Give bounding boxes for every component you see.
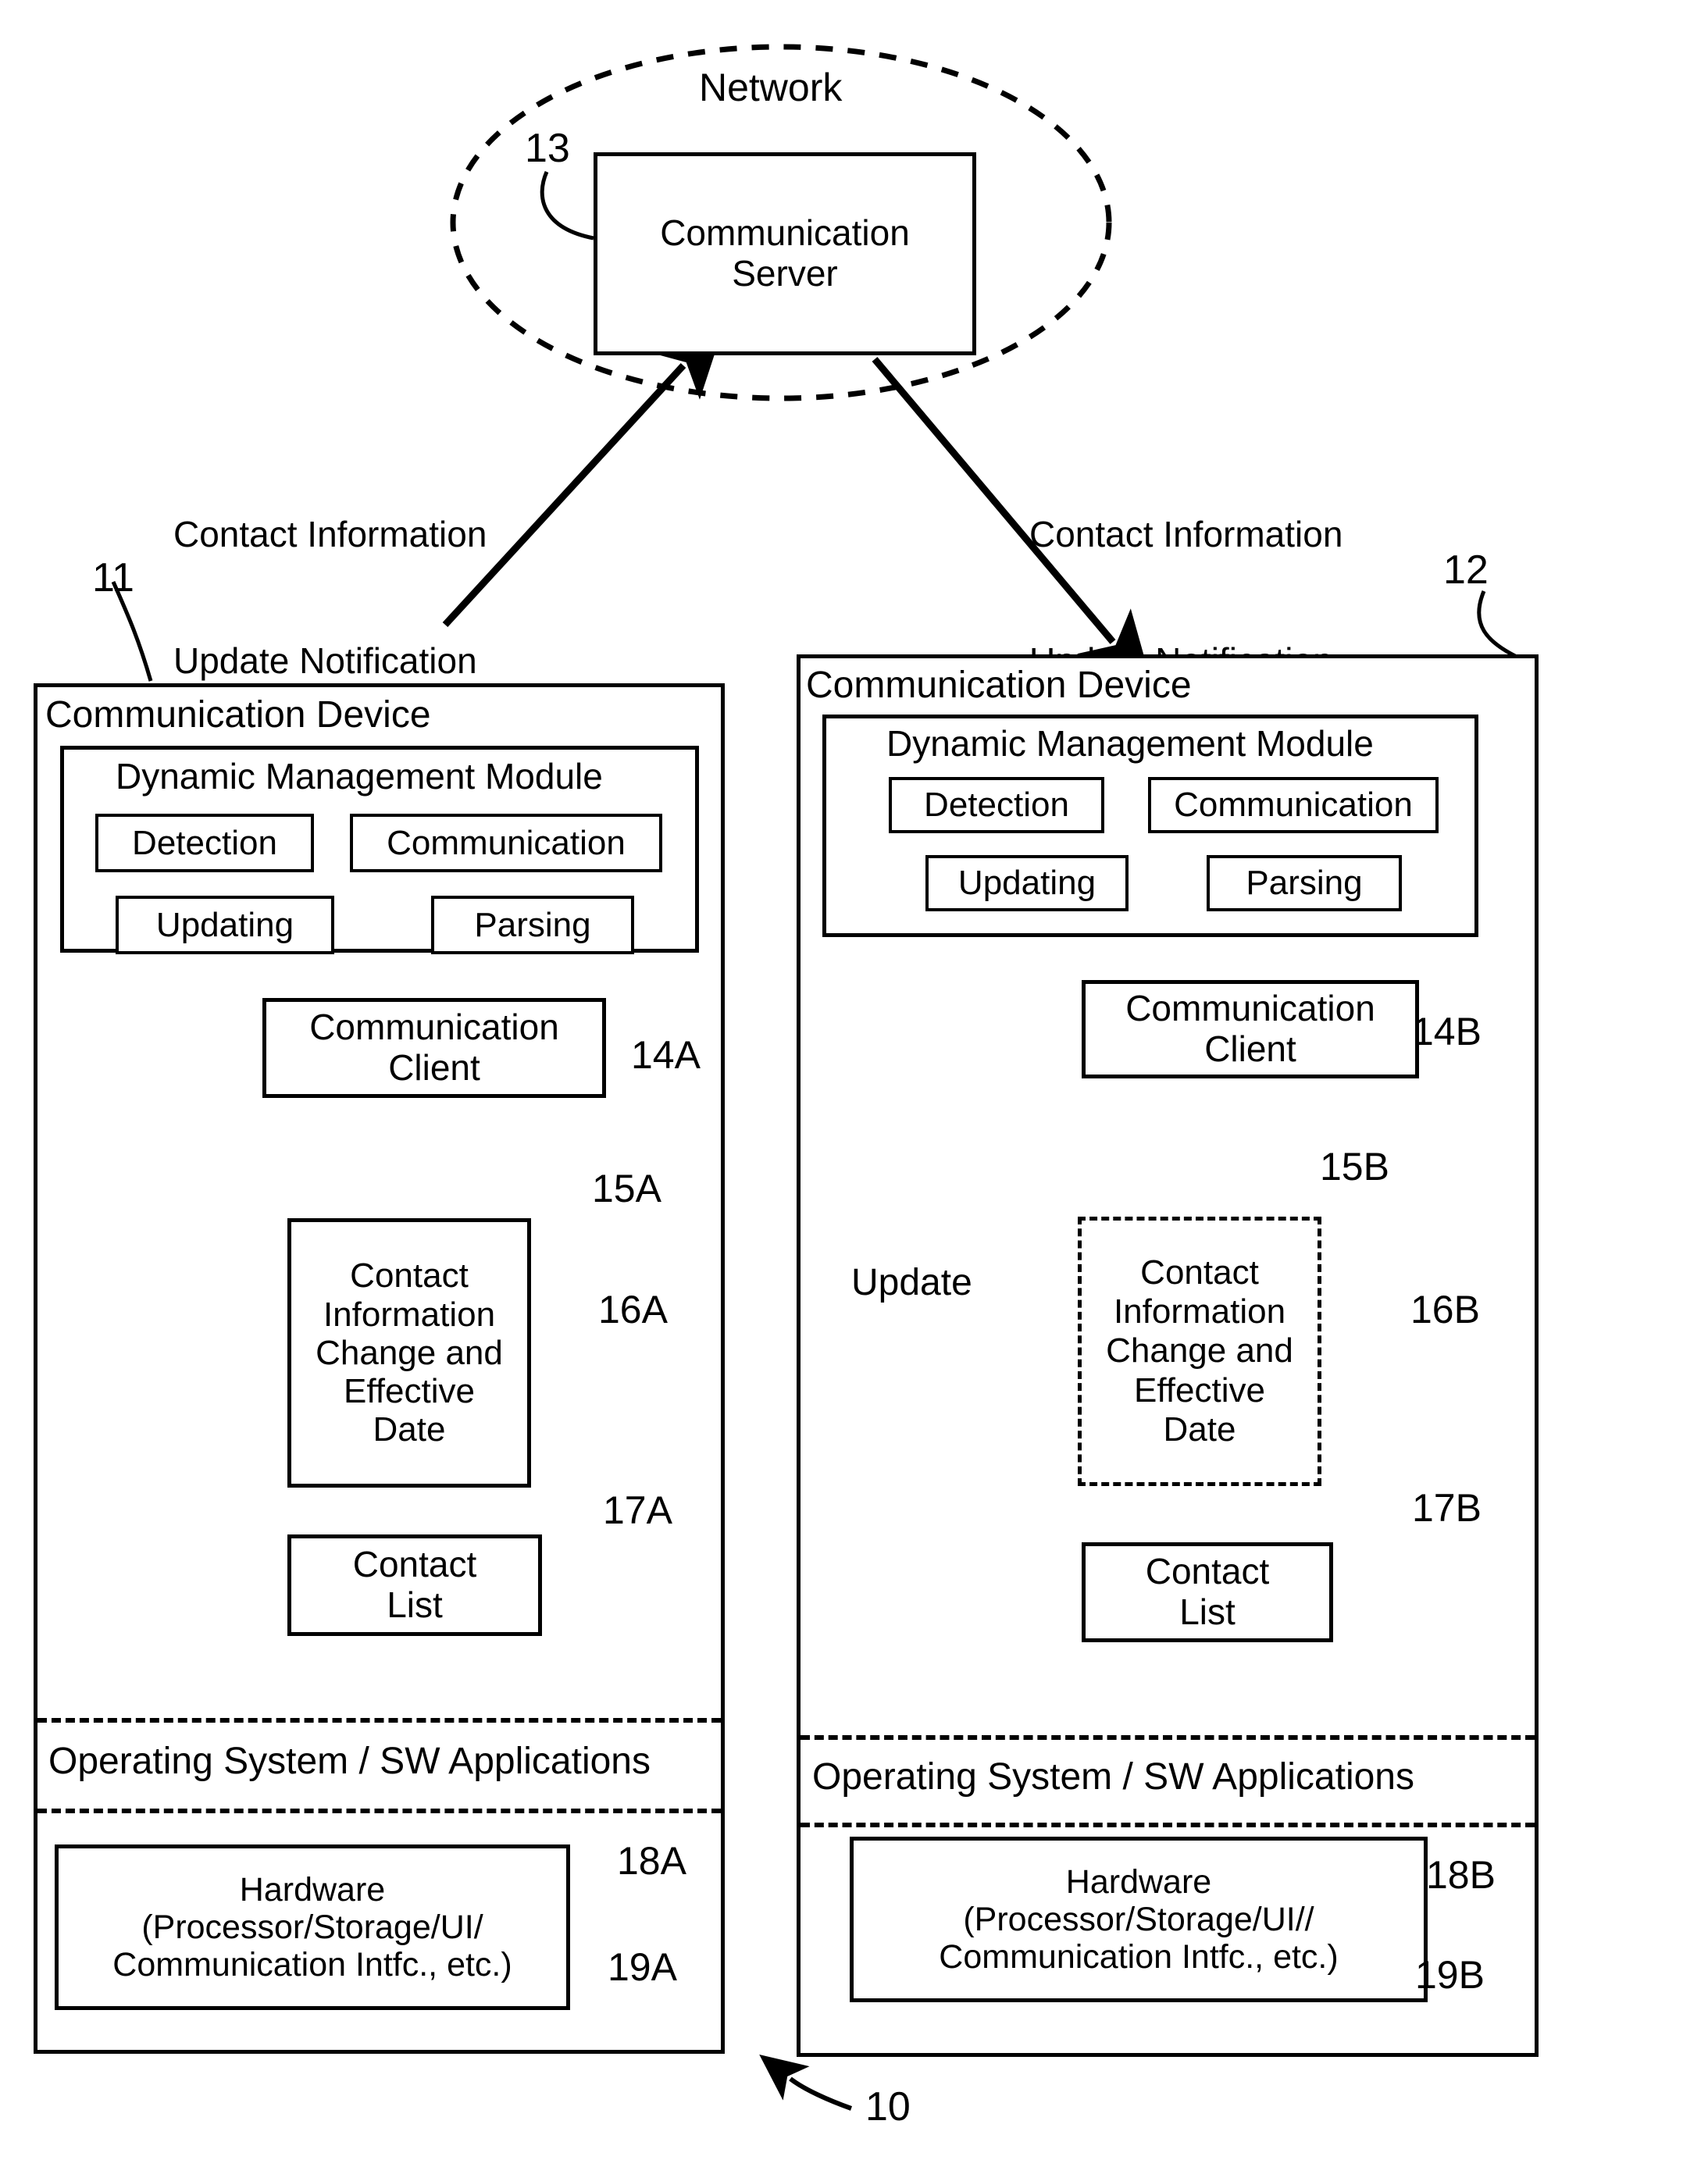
device-b-client-line-1: Communication	[1125, 988, 1375, 1029]
device-a-block-detection: Detection	[95, 814, 314, 872]
device-a-contact-list-line-2: List	[387, 1584, 443, 1625]
device-a-hardware-line-1: Hardware	[239, 1870, 386, 1909]
ref-17B: 17B	[1412, 1486, 1482, 1530]
ref-14B: 14B	[1412, 1010, 1482, 1053]
device-b-block-detection: Detection	[889, 777, 1104, 833]
device-a-title: Communication Device	[45, 694, 431, 736]
ref-12: 12	[1443, 547, 1489, 593]
device-b-parsing-label: Parsing	[1246, 864, 1363, 903]
device-b-contact-change-box: Contact Information Change and Effective…	[1078, 1217, 1321, 1486]
device-b-contact-list-line-1: Contact	[1145, 1551, 1270, 1592]
device-b-block-updating: Updating	[925, 855, 1129, 911]
ref-19A: 19A	[608, 1945, 677, 1989]
device-a-block-parsing: Parsing	[431, 896, 634, 954]
device-a-updating-label: Updating	[155, 905, 294, 944]
device-a-contact-change-box: Contact Information Change and Effective…	[287, 1218, 531, 1488]
notification-right-line-1: Contact Information	[1029, 513, 1343, 554]
figure-canvas: Network 13 Communication Server Contact …	[0, 0, 1708, 2167]
figure-ref-10: 10	[865, 2084, 911, 2130]
device-a-client-line-1: Communication	[309, 1007, 559, 1048]
device-a-block-updating: Updating	[116, 896, 334, 954]
device-b-client-line-2: Client	[1204, 1028, 1296, 1069]
server-line-2: Server	[732, 253, 838, 294]
device-b-communication-client: Communication Client	[1082, 980, 1419, 1078]
ref-15B: 15B	[1320, 1145, 1389, 1189]
network-label: Network	[699, 66, 843, 109]
notification-left-line-1: Contact Information	[173, 513, 487, 554]
device-a-change-line-3: Change and	[316, 1333, 503, 1372]
device-a-hardware-line-3: Communication Intfc., etc.)	[112, 1946, 512, 1984]
device-b-divider-bottom	[801, 1823, 1535, 1827]
device-b-block-parsing: Parsing	[1207, 855, 1402, 911]
device-a-divider-bottom	[37, 1809, 721, 1813]
server-line-1: Communication	[660, 212, 910, 254]
device-b-divider-top	[801, 1735, 1535, 1740]
device-a-hardware-line-2: (Processor/Storage/UI/	[141, 1908, 483, 1946]
ref-14A: 14A	[631, 1033, 701, 1077]
communication-server-box: Communication Server	[594, 152, 976, 355]
device-a-divider-top	[37, 1718, 721, 1723]
device-a-parsing-label: Parsing	[474, 905, 591, 944]
device-b-change-line-2: Information	[1113, 1292, 1286, 1331]
ref-18B: 18B	[1426, 1853, 1496, 1897]
device-b-hardware-box: Hardware (Processor/Storage/UI// Communi…	[850, 1837, 1428, 2002]
device-b-change-line-1: Contact	[1140, 1253, 1259, 1292]
device-b-communication-label: Communication	[1174, 786, 1413, 825]
device-b-hardware-line-1: Hardware	[1065, 1862, 1212, 1901]
ref-16A: 16A	[598, 1288, 668, 1331]
device-b-detection-label: Detection	[924, 786, 1069, 825]
device-a-change-line-2: Information	[323, 1295, 496, 1334]
device-b-change-line-5: Date	[1163, 1410, 1236, 1449]
leader-12	[1477, 590, 1517, 658]
device-a-module-title: Dynamic Management Module	[116, 756, 603, 797]
device-a-os-label: Operating System / SW Applications	[48, 1741, 651, 1782]
device-b-updating-label: Updating	[957, 864, 1096, 903]
ref-13: 13	[525, 126, 570, 171]
ref-15A: 15A	[592, 1167, 661, 1210]
device-a-change-line-1: Contact	[350, 1256, 469, 1296]
device-b-contact-list: Contact List	[1082, 1542, 1333, 1642]
device-b-block-communication: Communication	[1148, 777, 1439, 833]
device-b-change-line-4: Effective	[1134, 1370, 1265, 1410]
device-a-detection-label: Detection	[132, 823, 277, 862]
ref-11: 11	[92, 555, 134, 601]
device-b-contact-list-line-2: List	[1179, 1591, 1236, 1632]
device-b-module-title: Dynamic Management Module	[886, 723, 1374, 764]
device-a-communication-label: Communication	[387, 823, 626, 862]
device-a-communication-client: Communication Client	[262, 998, 606, 1098]
device-a-block-communication: Communication	[350, 814, 662, 872]
device-b-hardware-line-2: (Processor/Storage/UI//	[963, 1900, 1314, 1938]
device-b-os-label: Operating System / SW Applications	[812, 1756, 1414, 1798]
ref-19B: 19B	[1415, 1953, 1485, 1997]
device-b-hardware-line-3: Communication Intfc., etc.)	[939, 1938, 1339, 1976]
notification-left-line-2: Update Notification	[173, 640, 477, 682]
device-a-contact-list-line-1: Contact	[352, 1544, 477, 1585]
leader-10	[759, 2055, 853, 2111]
device-b-title: Communication Device	[806, 665, 1192, 706]
device-a-change-line-5: Date	[373, 1410, 446, 1449]
leader-13	[540, 170, 594, 241]
ref-17A: 17A	[603, 1488, 672, 1532]
device-a-change-line-4: Effective	[344, 1372, 475, 1411]
ref-18A: 18A	[617, 1839, 686, 1883]
device-b-change-line-3: Change and	[1106, 1331, 1293, 1370]
device-a-hardware-box: Hardware (Processor/Storage/UI/ Communic…	[55, 1844, 570, 2010]
ref-16B: 16B	[1410, 1288, 1480, 1331]
update-flow-label: Update	[851, 1262, 972, 1303]
device-a-client-line-2: Client	[388, 1047, 480, 1088]
device-a-contact-list: Contact List	[287, 1534, 542, 1636]
